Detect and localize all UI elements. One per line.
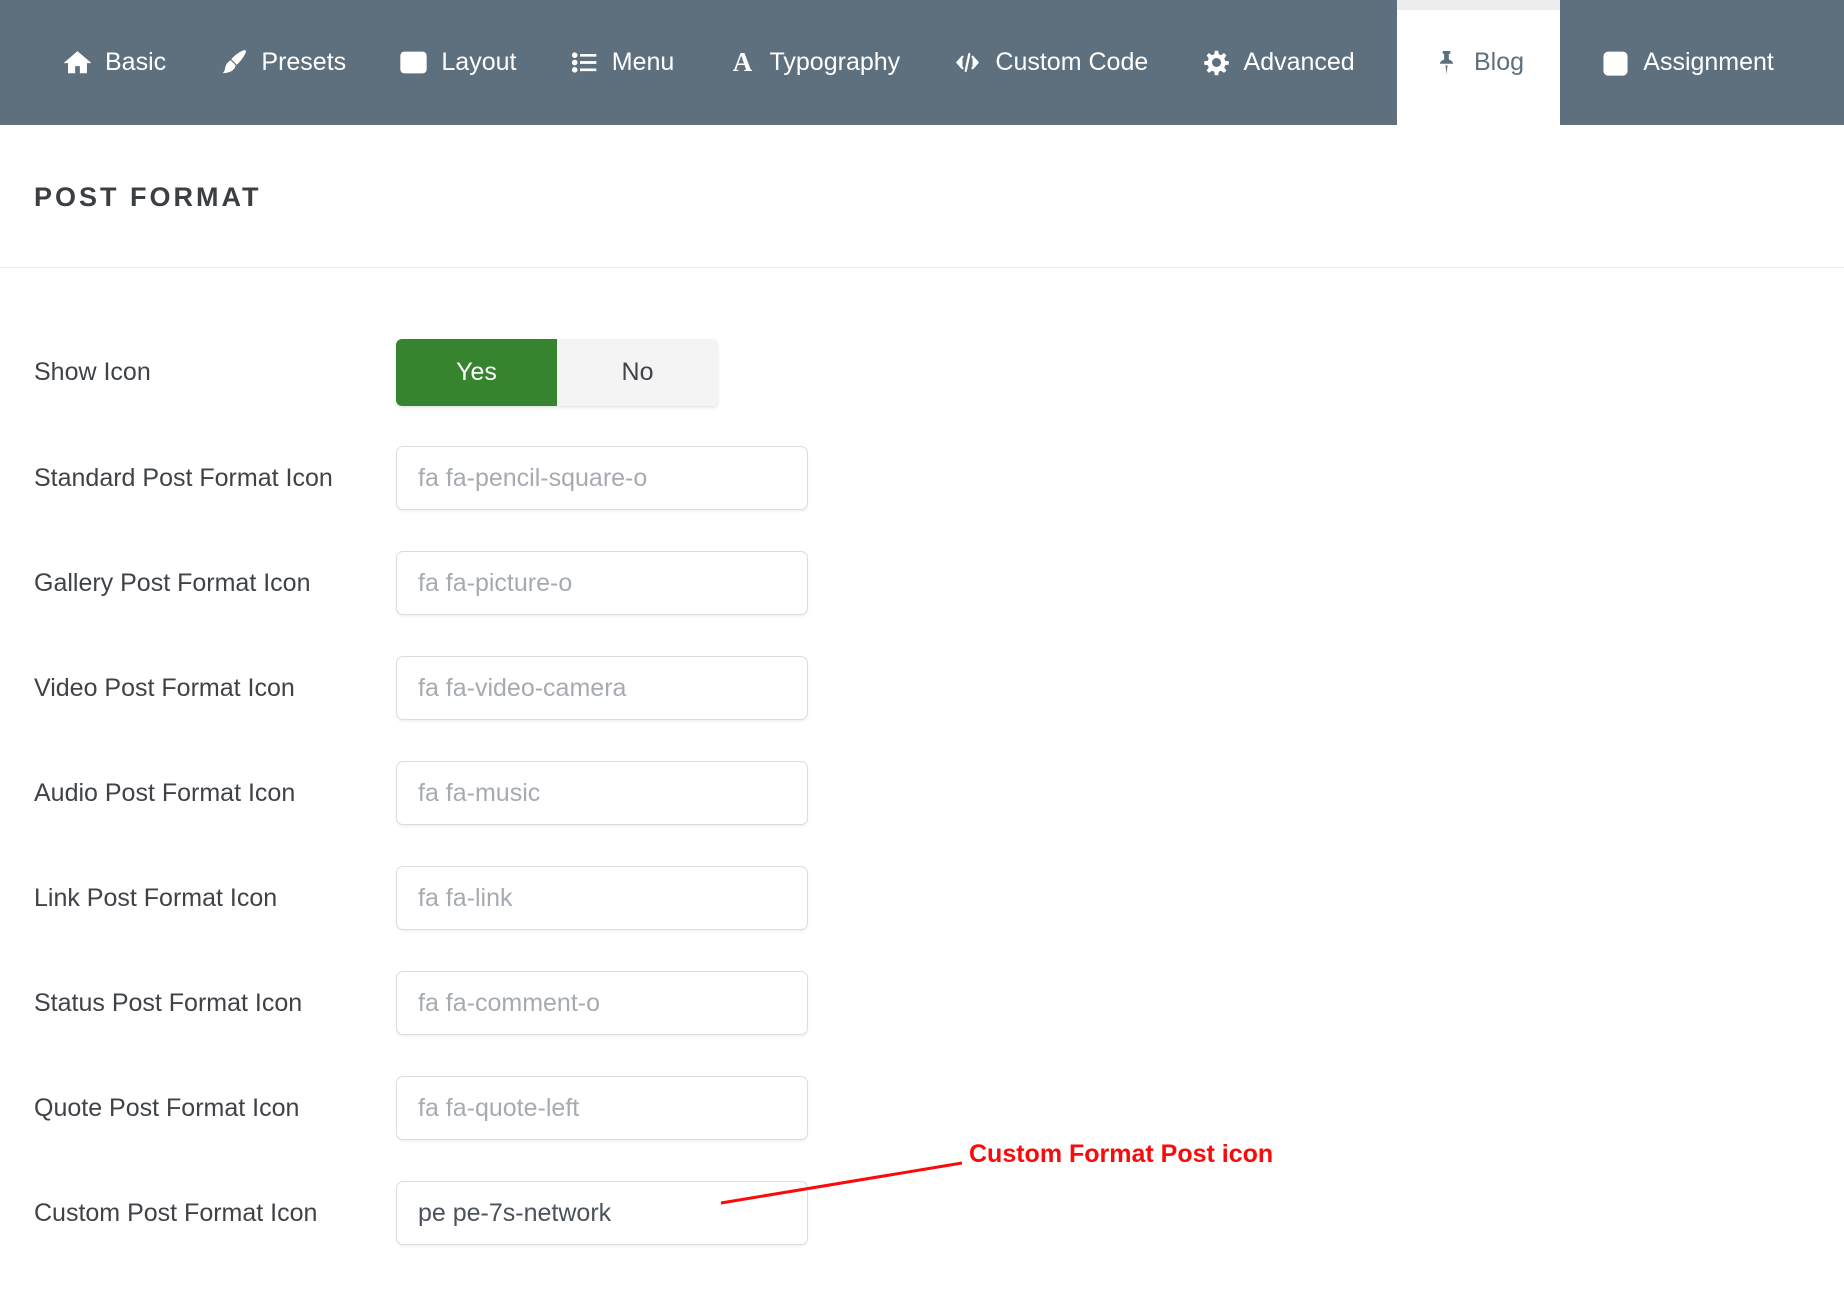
list-alt-icon <box>400 49 427 76</box>
tab-label: Presets <box>261 48 346 77</box>
annotation-label: Custom Format Post icon <box>969 1140 1273 1169</box>
standard-post-format-icon-label: Standard Post Format Icon <box>34 464 396 493</box>
tab-label: Layout <box>441 48 516 77</box>
tab-presets[interactable]: Presets <box>208 0 358 125</box>
settings-tab-bar: Basic Presets Layout Menu A Typography Custom … <box>0 0 1844 125</box>
show-icon-label: Show Icon <box>34 358 396 387</box>
video-post-format-icon-row: Video Post Format Icon <box>34 656 1844 720</box>
tab-label: Basic <box>105 48 166 77</box>
show-icon-row: Show Icon Yes No <box>34 339 1844 406</box>
post-format-form: Show Icon Yes No Standard Post Format Ic… <box>0 268 1844 1245</box>
link-post-format-icon-row: Link Post Format Icon <box>34 866 1844 930</box>
audio-post-format-icon-label: Audio Post Format Icon <box>34 779 396 808</box>
code-icon <box>954 49 981 76</box>
tab-label: Custom Code <box>995 48 1148 77</box>
tab-label: Typography <box>770 48 901 77</box>
quote-post-format-icon-label: Quote Post Format Icon <box>34 1094 396 1123</box>
home-icon <box>64 49 91 76</box>
tab-label: Menu <box>612 48 675 77</box>
audio-post-format-icon-input[interactable] <box>396 761 808 825</box>
video-post-format-icon-label: Video Post Format Icon <box>34 674 396 703</box>
tab-advanced[interactable]: Advanced <box>1191 0 1367 125</box>
audio-post-format-icon-row: Audio Post Format Icon <box>34 761 1844 825</box>
status-post-format-icon-label: Status Post Format Icon <box>34 989 396 1018</box>
status-post-format-icon-input[interactable] <box>396 971 808 1035</box>
thumbtack-icon <box>1433 49 1460 76</box>
tab-label: Advanced <box>1244 48 1355 77</box>
font-icon: A <box>729 49 756 76</box>
show-icon-yes-button[interactable]: Yes <box>396 339 557 406</box>
gallery-post-format-icon-input[interactable] <box>396 551 808 615</box>
gallery-post-format-icon-row: Gallery Post Format Icon <box>34 551 1844 615</box>
status-post-format-icon-row: Status Post Format Icon <box>34 971 1844 1035</box>
custom-post-format-icon-input[interactable] <box>396 1181 808 1245</box>
show-icon-toggle: Yes No <box>396 339 718 406</box>
video-post-format-icon-input[interactable] <box>396 656 808 720</box>
standard-post-format-icon-row: Standard Post Format Icon <box>34 446 1844 510</box>
gallery-post-format-icon-label: Gallery Post Format Icon <box>34 569 396 598</box>
tab-blog[interactable]: Blog <box>1397 0 1560 125</box>
paint-brush-icon <box>220 49 247 76</box>
svg-text:A: A <box>732 49 752 76</box>
custom-post-format-icon-label: Custom Post Format Icon <box>34 1199 396 1228</box>
show-icon-no-button[interactable]: No <box>557 339 718 406</box>
section-header: POST FORMAT <box>0 125 1844 213</box>
tab-custom-code[interactable]: Custom Code <box>942 0 1160 125</box>
tab-assignment[interactable]: Assignment <box>1590 0 1786 125</box>
quote-post-format-icon-row: Quote Post Format Icon <box>34 1076 1844 1140</box>
link-post-format-icon-input[interactable] <box>396 866 808 930</box>
tab-label: Blog <box>1474 48 1524 77</box>
check-square-icon <box>1602 49 1629 76</box>
tab-layout[interactable]: Layout <box>388 0 528 125</box>
tab-basic[interactable]: Basic <box>52 0 178 125</box>
link-post-format-icon-label: Link Post Format Icon <box>34 884 396 913</box>
custom-post-format-icon-row: Custom Post Format Icon <box>34 1181 1844 1245</box>
list-icon <box>571 49 598 76</box>
quote-post-format-icon-input[interactable] <box>396 1076 808 1140</box>
tab-typography[interactable]: A Typography <box>717 0 913 125</box>
standard-post-format-icon-input[interactable] <box>396 446 808 510</box>
tab-menu[interactable]: Menu <box>559 0 687 125</box>
tab-label: Assignment <box>1643 48 1774 77</box>
gear-icon <box>1203 49 1230 76</box>
page-title: POST FORMAT <box>34 182 1844 213</box>
